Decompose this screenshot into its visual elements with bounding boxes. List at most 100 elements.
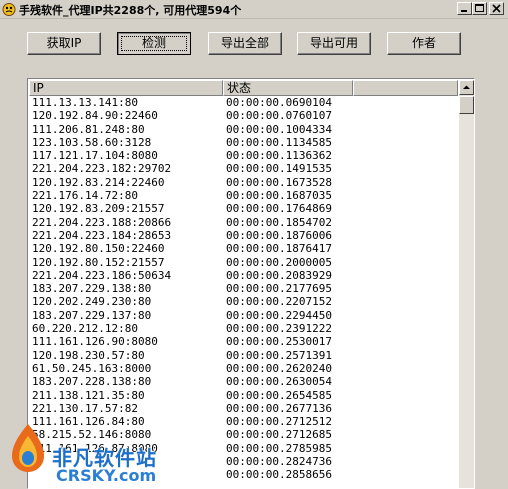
status-cell: 00:00:00.1687035: [226, 189, 332, 203]
status-cell: 00:00:00.2654585: [226, 388, 332, 402]
ip-cell: 120.198.230.57:80: [32, 348, 145, 362]
author-button[interactable]: 作者: [387, 32, 461, 55]
column-header-extra[interactable]: [353, 80, 458, 96]
vertical-scrollbar[interactable]: [459, 80, 474, 488]
title-bar[interactable]: 手残软件_代理IP共2288个, 可用代理594个: [0, 0, 508, 19]
get-ip-button[interactable]: 获取IP: [27, 32, 101, 55]
extra-cell: [353, 216, 458, 229]
ip-cell: 183.207.229.138:80: [32, 282, 152, 296]
minimize-button[interactable]: [457, 2, 472, 15]
table-row[interactable]: 221.176.14.72:80 00:00:00.1687035: [29, 189, 458, 202]
extra-cell: [353, 202, 458, 215]
status-cell: 00:00:00.1134585: [226, 135, 332, 149]
table-row[interactable]: 183.207.229.137:80 00:00:00.2294450: [29, 309, 458, 322]
ip-cell: 61.50.245.163:8000: [32, 361, 152, 375]
maximize-button[interactable]: [472, 2, 487, 15]
ip-cell: 183.207.228.138:80: [32, 375, 152, 389]
ip-cell: 60.220.212.12:80: [32, 322, 138, 336]
list-header: IP 状态: [29, 80, 458, 96]
ip-cell: [29, 455, 223, 468]
extra-cell: [353, 349, 458, 362]
status-cell: 00:00:00.1876417: [226, 242, 332, 256]
column-header-ip[interactable]: IP: [29, 80, 223, 96]
ip-cell: 221.204.223.188:20866: [32, 215, 172, 229]
extra-cell: [353, 468, 458, 481]
close-icon: [492, 4, 501, 13]
table-row[interactable]: 221.204.223.188:20866 00:00:00.1854702: [29, 216, 458, 229]
table-row[interactable]: 120.192.84.90:22460 00:00:00.0760107: [29, 109, 458, 122]
status-cell: 00:00:00.1854702: [226, 215, 332, 229]
ip-cell: 183.207.229.137:80: [32, 308, 152, 322]
table-row[interactable]: 60.220.212.12:80 00:00:00.2391222: [29, 322, 458, 335]
table-row[interactable]: 120.192.80.152:21557 00:00:00.2000005: [29, 256, 458, 269]
table-row[interactable]: 120.202.249.230:80 00:00:00.2207152: [29, 295, 458, 308]
status-cell: 00:00:00.2177695: [226, 282, 332, 296]
ip-cell: 58.215.52.146:8080: [32, 428, 152, 442]
status-cell: 00:00:00.2712512: [226, 415, 332, 429]
table-row[interactable]: 117.121.17.104:8080 00:00:00.1136362: [29, 149, 458, 162]
extra-cell: [353, 162, 458, 175]
export-all-button[interactable]: 导出全部: [208, 32, 282, 55]
minimize-icon: [461, 10, 467, 12]
extra-cell: [353, 149, 458, 162]
table-row[interactable]: 221.204.223.182:29702 00:00:00.1491535: [29, 162, 458, 175]
status-cell: 00:00:00.0690104: [226, 96, 332, 109]
table-row[interactable]: 221.204.223.186:50634 00:00:00.2083929: [29, 269, 458, 282]
ip-cell: 211.138.121.35:80: [32, 388, 145, 402]
extra-cell: [353, 362, 458, 375]
table-row[interactable]: 120.198.230.57:80 00:00:00.2571391: [29, 349, 458, 362]
scroll-up-button[interactable]: [459, 80, 474, 95]
table-row[interactable]: 111.161.126.90:8080 00:00:00.2530017: [29, 335, 458, 348]
status-cell: 00:00:00.2207152: [226, 295, 332, 309]
table-row[interactable]: 120.192.80.150:22460 00:00:00.1876417: [29, 242, 458, 255]
extra-cell: [353, 322, 458, 335]
status-cell: 00:00:00.2630054: [226, 375, 332, 389]
ip-cell: 221.130.17.57:82: [32, 401, 138, 415]
table-row[interactable]: 111.161.126.87:8080 00:00:00.2785985: [29, 442, 458, 455]
ip-cell: 120.192.84.90:22460: [32, 109, 158, 123]
ip-cell: 120.192.83.209:21557: [32, 202, 165, 216]
status-cell: 00:00:00.2083929: [226, 268, 332, 282]
list-rows: 111.13.13.141:80 00:00:00.0690104 120.192.…: [29, 96, 458, 482]
status-cell: 00:00:00.1673528: [226, 175, 332, 189]
table-row[interactable]: 183.207.228.138:80 00:00:00.2630054: [29, 375, 458, 388]
ip-cell: 117.121.17.104:8080: [32, 149, 158, 163]
status-cell: 00:00:00.2824736: [226, 455, 332, 469]
table-row[interactable]: 221.130.17.57:82 00:00:00.2677136: [29, 402, 458, 415]
proxy-list[interactable]: IP 状态 111.13.13.141:80 00:00:00.0690104 12…: [27, 78, 475, 489]
close-button[interactable]: [489, 2, 504, 15]
table-row[interactable]: 120.192.83.214:22460 00:00:00.1673528: [29, 176, 458, 189]
table-row[interactable]: 221.204.223.184:28653 00:00:00.1876006: [29, 229, 458, 242]
table-row[interactable]: 183.207.229.138:80 00:00:00.2177695: [29, 282, 458, 295]
ip-cell: 120.192.83.214:22460: [32, 175, 165, 189]
scroll-thumb[interactable]: [459, 96, 474, 114]
table-row[interactable]: 00:00:00.2858656: [29, 468, 458, 481]
extra-cell: [353, 256, 458, 269]
table-row[interactable]: 111.161.126.84:80 00:00:00.2712512: [29, 415, 458, 428]
table-row[interactable]: 211.138.121.35:80 00:00:00.2654585: [29, 389, 458, 402]
table-row[interactable]: 111.206.81.248:80 00:00:00.1004334: [29, 123, 458, 136]
extra-cell: [353, 309, 458, 322]
ip-cell: 123.103.58.60:3128: [32, 135, 152, 149]
extra-cell: [353, 375, 458, 388]
status-cell: 00:00:00.2391222: [226, 322, 332, 336]
ip-cell: 120.192.80.150:22460: [32, 242, 165, 256]
app-icon: [2, 3, 16, 16]
extra-cell: [353, 282, 458, 295]
arrow-up-icon: [463, 85, 470, 89]
table-row[interactable]: 123.103.58.60:3128 00:00:00.1134585: [29, 136, 458, 149]
export-available-button[interactable]: 导出可用: [297, 32, 371, 55]
table-row[interactable]: 111.13.13.141:80 00:00:00.0690104: [29, 96, 458, 109]
table-row[interactable]: 61.50.245.163:8000 00:00:00.2620240: [29, 362, 458, 375]
extra-cell: [353, 402, 458, 415]
table-row[interactable]: 120.192.83.209:21557 00:00:00.1764869: [29, 202, 458, 215]
column-header-status[interactable]: 状态: [223, 80, 353, 96]
ip-cell: 111.161.126.90:8080: [32, 335, 158, 349]
ip-cell: 221.204.223.184:28653: [32, 228, 172, 242]
ip-cell: 111.161.126.87:8080: [32, 441, 158, 455]
table-row[interactable]: 00:00:00.2824736: [29, 455, 458, 468]
check-button[interactable]: 检测: [117, 32, 191, 55]
table-row[interactable]: 58.215.52.146:8080 00:00:00.2712685: [29, 428, 458, 441]
ip-cell: 111.13.13.141:80: [32, 96, 138, 109]
status-cell: 00:00:00.2530017: [226, 335, 332, 349]
